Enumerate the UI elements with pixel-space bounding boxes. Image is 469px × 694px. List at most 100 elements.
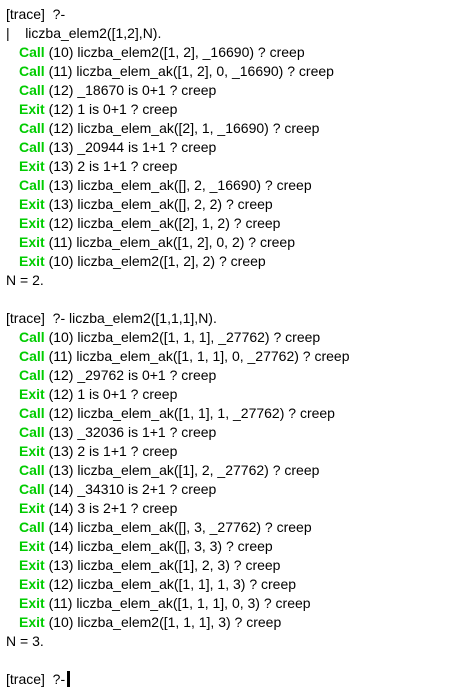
trace-goal-text: (14) _34310 is 2+1 ? creep xyxy=(44,481,217,497)
exit-port-label: Exit xyxy=(19,196,45,212)
output-line: N = 3. xyxy=(6,632,469,651)
trace-goal-text: (14) liczba_elem_ak([], 3, 3) ? creep xyxy=(44,538,273,554)
exit-port-label: Exit xyxy=(19,158,45,174)
output-text: N = 3. xyxy=(6,633,44,649)
call-port-label: Call xyxy=(19,481,45,497)
trace-goal-text: (10) liczba_elem2([1, 2], _16690) ? cree… xyxy=(44,44,305,60)
exit-port-label: Exit xyxy=(19,386,45,402)
text-cursor[interactable] xyxy=(67,671,71,687)
trace-line: Call (10) liczba_elem2([1, 2], _16690) ?… xyxy=(6,43,469,62)
trace-goal-text: (10) liczba_elem2([1, 1, 1], _27762) ? c… xyxy=(44,329,321,345)
trace-goal-text: (11) liczba_elem_ak([1, 2], 0, _16690) ?… xyxy=(44,63,334,79)
trace-line: Call (11) liczba_elem_ak([1, 2], 0, _166… xyxy=(6,62,469,81)
trace-line: Call (12) liczba_elem_ak([2], 1, _16690)… xyxy=(6,119,469,138)
call-port-label: Call xyxy=(19,139,45,155)
trace-goal-text: (12) liczba_elem_ak([2], 1, _16690) ? cr… xyxy=(44,120,320,136)
prompt-text: [trace] ?- xyxy=(6,6,66,22)
trace-goal-text: (11) liczba_elem_ak([1, 1, 1], 0, _27762… xyxy=(44,348,350,364)
trace-line: Exit (14) liczba_elem_ak([], 3, 3) ? cre… xyxy=(6,537,469,556)
call-port-label: Call xyxy=(19,329,45,345)
trace-line: Call (12) liczba_elem_ak([1, 1], 1, _277… xyxy=(6,404,469,423)
trace-line: Exit (12) 1 is 0+1 ? creep xyxy=(6,385,469,404)
trace-goal-text: (13) 2 is 1+1 ? creep xyxy=(44,443,178,459)
trace-line: Exit (12) liczba_elem_ak([2], 1, 2) ? cr… xyxy=(6,214,469,233)
trace-line: Exit (11) liczba_elem_ak([1, 2], 0, 2) ?… xyxy=(6,233,469,252)
trace-goal-text: (13) liczba_elem_ak([1], 2, _27762) ? cr… xyxy=(44,462,320,478)
trace-goal-text: (12) _18670 is 0+1 ? creep xyxy=(44,82,217,98)
exit-port-label: Exit xyxy=(19,538,45,554)
exit-port-label: Exit xyxy=(19,101,45,117)
call-port-label: Call xyxy=(19,405,45,421)
prompt-line: [trace] ?- xyxy=(6,5,469,24)
exit-port-label: Exit xyxy=(19,443,45,459)
trace-line: Exit (13) liczba_elem_ak([], 2, 2) ? cre… xyxy=(6,195,469,214)
trace-line: Exit (13) 2 is 1+1 ? creep xyxy=(6,157,469,176)
trace-line: Call (13) liczba_elem_ak([1], 2, _27762)… xyxy=(6,461,469,480)
trace-goal-text: (11) liczba_elem_ak([1, 1, 1], 0, 3) ? c… xyxy=(44,595,311,611)
trace-line: Call (14) _34310 is 2+1 ? creep xyxy=(6,480,469,499)
trace-goal-text: (13) _20944 is 1+1 ? creep xyxy=(44,139,217,155)
trace-goal-text: (13) liczba_elem_ak([1], 2, 3) ? creep xyxy=(44,557,281,573)
trace-line: Exit (13) 2 is 1+1 ? creep xyxy=(6,442,469,461)
trace-goal-text: (11) liczba_elem_ak([1, 2], 0, 2) ? cree… xyxy=(44,234,295,250)
trace-line: Call (14) liczba_elem_ak([], 3, _27762) … xyxy=(6,518,469,537)
trace-line: Exit (10) liczba_elem2([1, 1, 1], 3) ? c… xyxy=(6,613,469,632)
exit-port-label: Exit xyxy=(19,557,45,573)
trace-goal-text: (13) _32036 is 1+1 ? creep xyxy=(44,424,217,440)
call-port-label: Call xyxy=(19,63,45,79)
trace-line: Call (12) _29762 is 0+1 ? creep xyxy=(6,366,469,385)
call-port-label: Call xyxy=(19,82,45,98)
call-port-label: Call xyxy=(19,348,45,364)
trace-goal-text: (12) liczba_elem_ak([1, 1], 1, 3) ? cree… xyxy=(44,576,297,592)
trace-goal-text: (13) 2 is 1+1 ? creep xyxy=(44,158,178,174)
exit-port-label: Exit xyxy=(19,234,45,250)
exit-port-label: Exit xyxy=(19,500,45,516)
exit-port-label: Exit xyxy=(19,576,45,592)
trace-line: Exit (12) liczba_elem_ak([1, 1], 1, 3) ?… xyxy=(6,575,469,594)
trace-line: Call (11) liczba_elem_ak([1, 1, 1], 0, _… xyxy=(6,347,469,366)
trace-line: Exit (12) 1 is 0+1 ? creep xyxy=(6,100,469,119)
trace-goal-text: (12) 1 is 0+1 ? creep xyxy=(44,386,178,402)
trace-line: Call (12) _18670 is 0+1 ? creep xyxy=(6,81,469,100)
exit-port-label: Exit xyxy=(19,614,45,630)
exit-port-label: Exit xyxy=(19,595,45,611)
trace-goal-text: (13) liczba_elem_ak([], 2, _16690) ? cre… xyxy=(44,177,312,193)
trace-line: Exit (14) 3 is 2+1 ? creep xyxy=(6,499,469,518)
call-port-label: Call xyxy=(19,120,45,136)
trace-goal-text: (12) 1 is 0+1 ? creep xyxy=(44,101,178,117)
trace-line: Exit (10) liczba_elem2([1, 2], 2) ? cree… xyxy=(6,252,469,271)
trace-goal-text: (14) 3 is 2+1 ? creep xyxy=(44,500,178,516)
trace-line: Call (10) liczba_elem2([1, 1, 1], _27762… xyxy=(6,328,469,347)
exit-port-label: Exit xyxy=(19,253,45,269)
trace-goal-text: (10) liczba_elem2([1, 1, 1], 3) ? creep xyxy=(44,614,282,630)
call-port-label: Call xyxy=(19,462,45,478)
output-text: N = 2. xyxy=(6,272,44,288)
trace-goal-text: (10) liczba_elem2([1, 2], 2) ? creep xyxy=(44,253,266,269)
prompt-text: [trace] ?- liczba_elem2([1,1,1],N). xyxy=(6,310,217,326)
trace-line: Exit (13) liczba_elem_ak([1], 2, 3) ? cr… xyxy=(6,556,469,575)
trace-goal-text: (12) liczba_elem_ak([2], 1, 2) ? creep xyxy=(44,215,281,231)
input-prompt-line[interactable]: [trace] ?- xyxy=(6,670,469,689)
terminal-output[interactable]: [trace] ?- | liczba_elem2([1,2],N). Call (… xyxy=(0,0,469,694)
exit-port-label: Exit xyxy=(19,215,45,231)
output-text: | liczba_elem2([1,2],N). xyxy=(6,25,162,41)
output-line: N = 2. xyxy=(6,271,469,290)
call-port-label: Call xyxy=(19,519,45,535)
prompt-line: [trace] ?- liczba_elem2([1,1,1],N). xyxy=(6,309,469,328)
call-port-label: Call xyxy=(19,177,45,193)
trace-goal-text: (13) liczba_elem_ak([], 2, 2) ? creep xyxy=(44,196,273,212)
trace-line: Call (13) liczba_elem_ak([], 2, _16690) … xyxy=(6,176,469,195)
output-line: | liczba_elem2([1,2],N). xyxy=(6,24,469,43)
trace-line: Call (13) _20944 is 1+1 ? creep xyxy=(6,138,469,157)
trace-goal-text: (12) liczba_elem_ak([1, 1], 1, _27762) ?… xyxy=(44,405,335,421)
trace-goal-text: (14) liczba_elem_ak([], 3, _27762) ? cre… xyxy=(44,519,312,535)
trace-line: Exit (11) liczba_elem_ak([1, 1, 1], 0, 3… xyxy=(6,594,469,613)
call-port-label: Call xyxy=(19,424,45,440)
trace-goal-text: (12) _29762 is 0+1 ? creep xyxy=(44,367,217,383)
call-port-label: Call xyxy=(19,44,45,60)
prompt-text: [trace] ?- xyxy=(6,671,66,687)
trace-line: Call (13) _32036 is 1+1 ? creep xyxy=(6,423,469,442)
call-port-label: Call xyxy=(19,367,45,383)
